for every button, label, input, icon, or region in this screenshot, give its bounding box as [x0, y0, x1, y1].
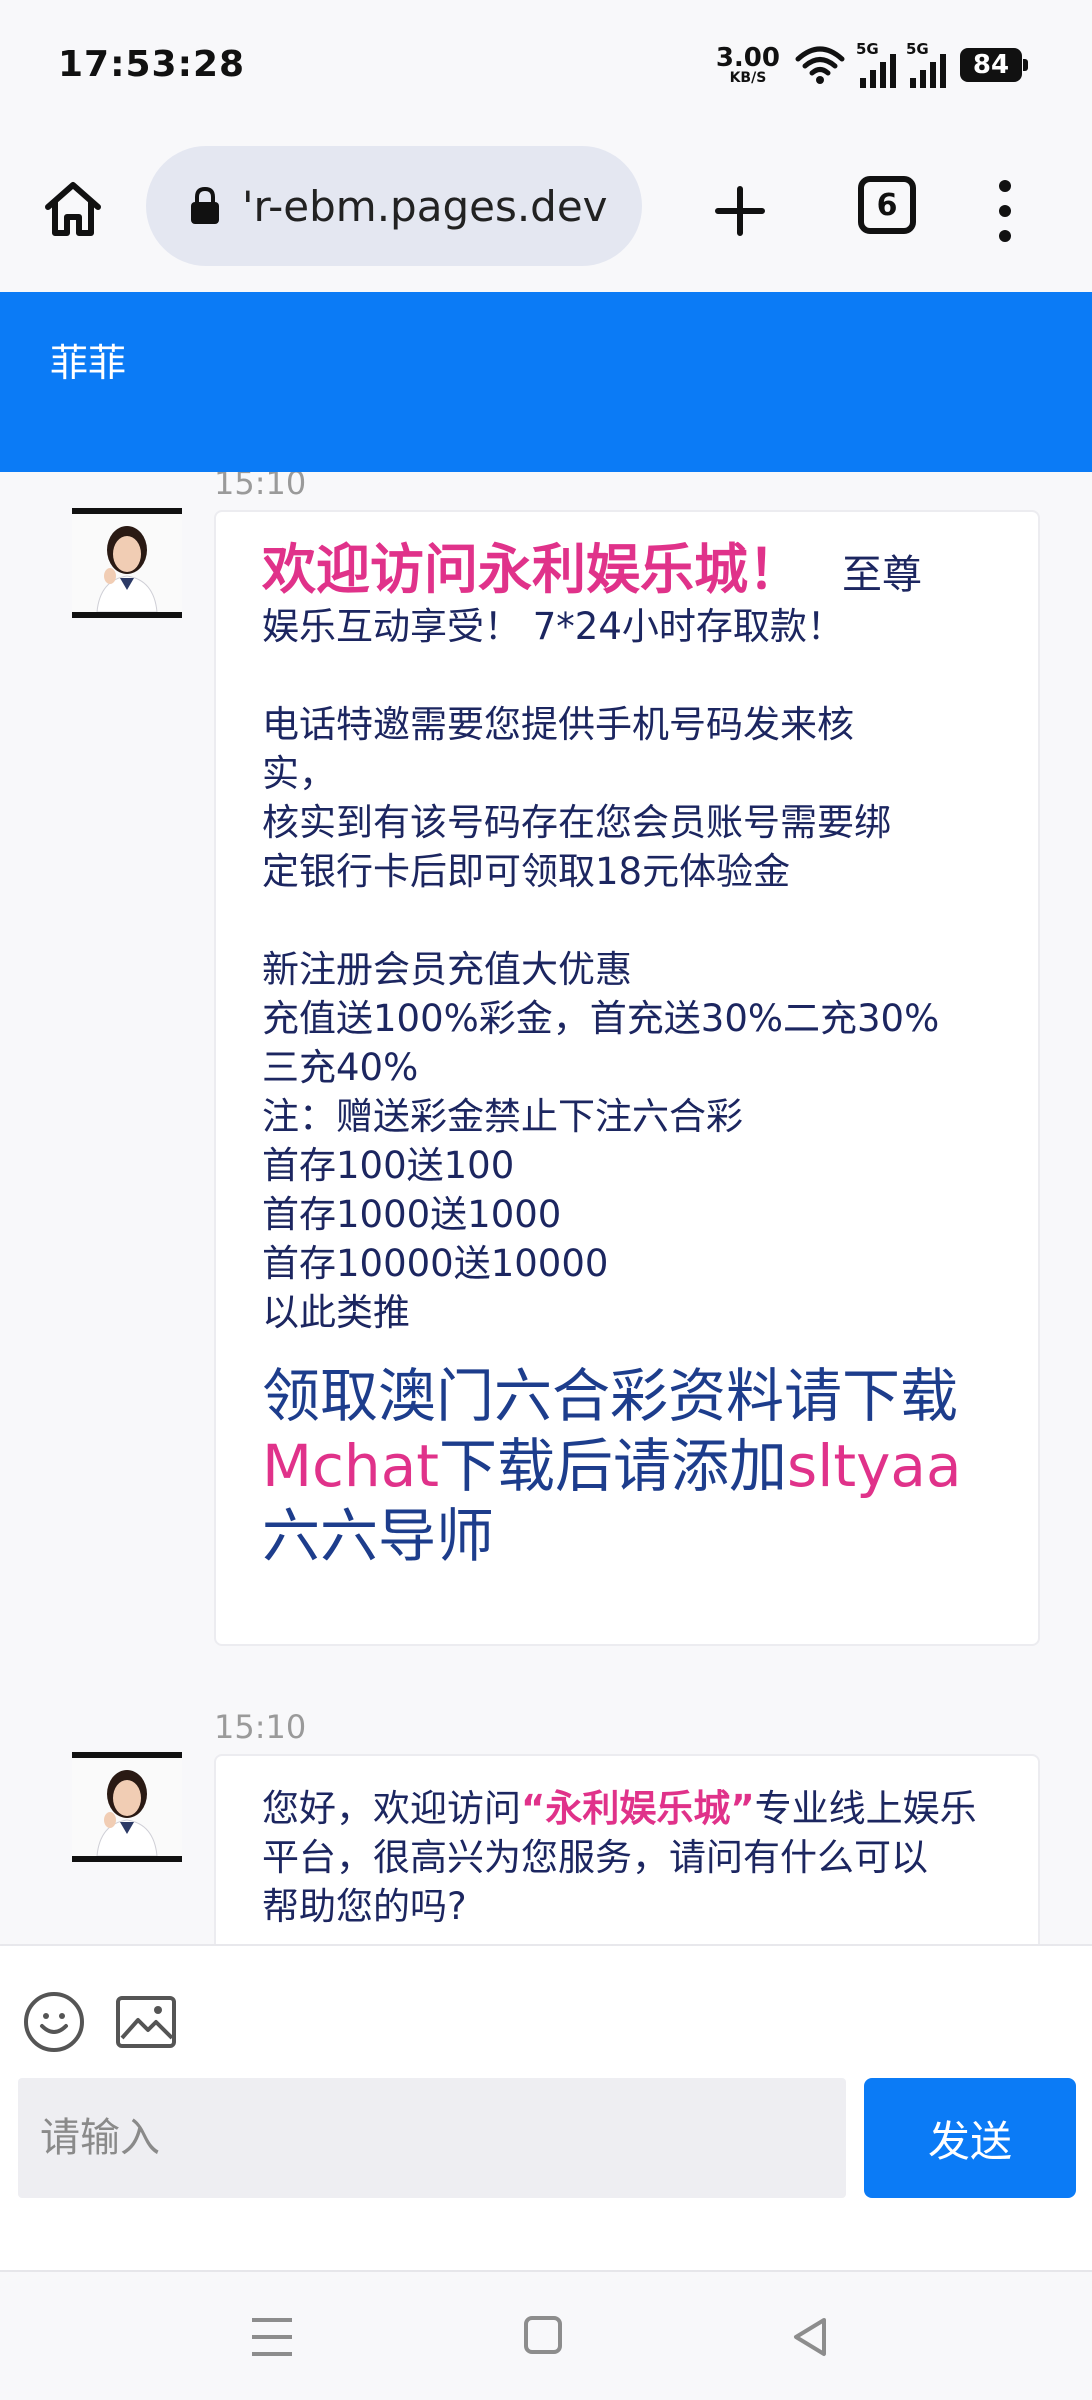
app-name: Mchat — [262, 1432, 439, 1500]
more-menu-button[interactable] — [990, 176, 1020, 246]
status-bar: 17:53:28 3.00 KB/S 5G 5G 84 — [0, 0, 1092, 130]
system-nav-bar — [0, 2270, 1092, 2400]
greeting-text: 您好，欢迎访问 — [262, 1787, 521, 1830]
welcome-heading: 欢迎访问永利娱乐城！ — [262, 538, 802, 601]
message-line: 充值送100%彩金，首充送30%二充30% — [262, 997, 940, 1040]
message-line: 平台，很高兴为您服务，请问有什么可以 — [262, 1836, 928, 1879]
system-home-button[interactable] — [524, 2316, 562, 2354]
home-button[interactable] — [38, 174, 108, 244]
recent-apps-button[interactable] — [252, 2318, 292, 2356]
message-line: 帮助您的吗? — [262, 1885, 467, 1928]
message-line: 定银行卡后即可领取18元体验金 — [262, 850, 791, 893]
status-icons: 3.00 KB/S 5G 5G 84 — [716, 40, 1028, 90]
wifi-icon — [795, 46, 845, 84]
menu-icon — [252, 2318, 292, 2322]
send-button[interactable]: 发送 — [864, 2078, 1076, 2198]
brand-name: “永利娱乐城” — [521, 1787, 755, 1830]
back-button[interactable] — [790, 2316, 830, 2358]
message-line: 您好，欢迎访问“永利娱乐城”专业线上娱乐 — [262, 1784, 992, 1833]
promo-line: 领取澳门六合彩资料请下载 — [262, 1362, 959, 1430]
address-bar[interactable]: 'r-ebm.pages.dev — [146, 146, 642, 266]
tab-count: 6 — [876, 187, 898, 223]
new-tab-button[interactable] — [700, 176, 780, 246]
message-timestamp: 15:10 — [214, 472, 307, 502]
greeting-text: 专业线上娱乐 — [754, 1787, 977, 1830]
message-line: 首存100送100 — [262, 1144, 515, 1187]
sim1-label: 5G — [856, 40, 879, 58]
lock-icon — [191, 186, 219, 224]
message-line: 娱乐互动享受！ 7*24小时存取款！ — [262, 605, 844, 648]
more-vertical-icon — [999, 180, 1011, 192]
tab-switcher-button[interactable]: 6 — [858, 176, 916, 234]
image-icon — [120, 2006, 172, 2040]
chat-title: 菲菲 — [50, 341, 127, 385]
home-icon — [45, 182, 101, 236]
message-line: 以此类推 — [262, 1291, 410, 1334]
message-bubble: 欢迎访问永利娱乐城！ 至尊 娱乐互动享受！ 7*24小时存取款！ 电话特邀需要您提… — [214, 510, 1040, 1646]
browser-toolbar: 'r-ebm.pages.dev 6 — [0, 130, 1092, 290]
avatar — [72, 1752, 182, 1862]
message-line: 电话特邀需要您提供手机号码发来核 — [262, 703, 854, 746]
sim2-label: 5G — [906, 40, 929, 58]
battery-icon: 84 — [960, 48, 1028, 82]
image-upload-button[interactable] — [116, 1996, 176, 2048]
signal-icon-sim2: 5G — [906, 40, 946, 88]
message-line: 三充40% — [262, 1046, 419, 1089]
message-line: 实， — [262, 752, 336, 795]
battery-level: 84 — [972, 50, 1010, 80]
plus-icon — [715, 186, 765, 236]
signal-icon-sim1: 5G — [856, 40, 896, 88]
message-line: 首存1000送1000 — [262, 1193, 562, 1236]
message-list[interactable]: 15:10 欢迎访问永利娱乐城！ 至尊 娱乐互动享受！ 7*24小时存取款！ 电话… — [0, 472, 1092, 1944]
network-speed-value: 3.00 — [715, 43, 780, 73]
message-line: 首存10000送10000 — [262, 1242, 609, 1285]
promo-line: Mchat下载后请添加sltyaa — [262, 1431, 992, 1501]
contact-id: sltyaa — [787, 1432, 962, 1500]
welcome-tail: 至尊 — [842, 552, 922, 598]
status-time: 17:53:28 — [58, 44, 246, 85]
url-text: 'r-ebm.pages.dev — [242, 181, 608, 231]
promo-text: 下载后请添加 — [438, 1432, 787, 1500]
message-line: 核实到有该号码存在您会员账号需要绑 — [262, 801, 891, 844]
promo-line: 六六导师 — [262, 1502, 495, 1570]
agent-avatar-image — [72, 1758, 182, 1856]
message-timestamp: 15:10 — [214, 1708, 307, 1746]
composer: 发送 — [0, 1944, 1092, 2270]
message-line: 新注册会员充值大优惠 — [262, 948, 632, 991]
emoji-button[interactable] — [24, 1992, 84, 2052]
smiley-icon — [40, 2013, 68, 2034]
avatar — [72, 508, 182, 618]
message-bubble: 您好，欢迎访问“永利娱乐城”专业线上娱乐 平台，很高兴为您服务，请问有什么可以 … — [214, 1754, 1040, 1944]
agent-avatar-image — [72, 514, 182, 612]
message-input[interactable] — [18, 2078, 846, 2198]
network-speed-unit: KB/S — [729, 70, 767, 86]
message-line: 注：赠送彩金禁止下注六合彩 — [262, 1095, 743, 1138]
network-speed: 3.00 KB/S — [716, 45, 780, 85]
chat-header: 菲菲 — [0, 292, 1092, 472]
